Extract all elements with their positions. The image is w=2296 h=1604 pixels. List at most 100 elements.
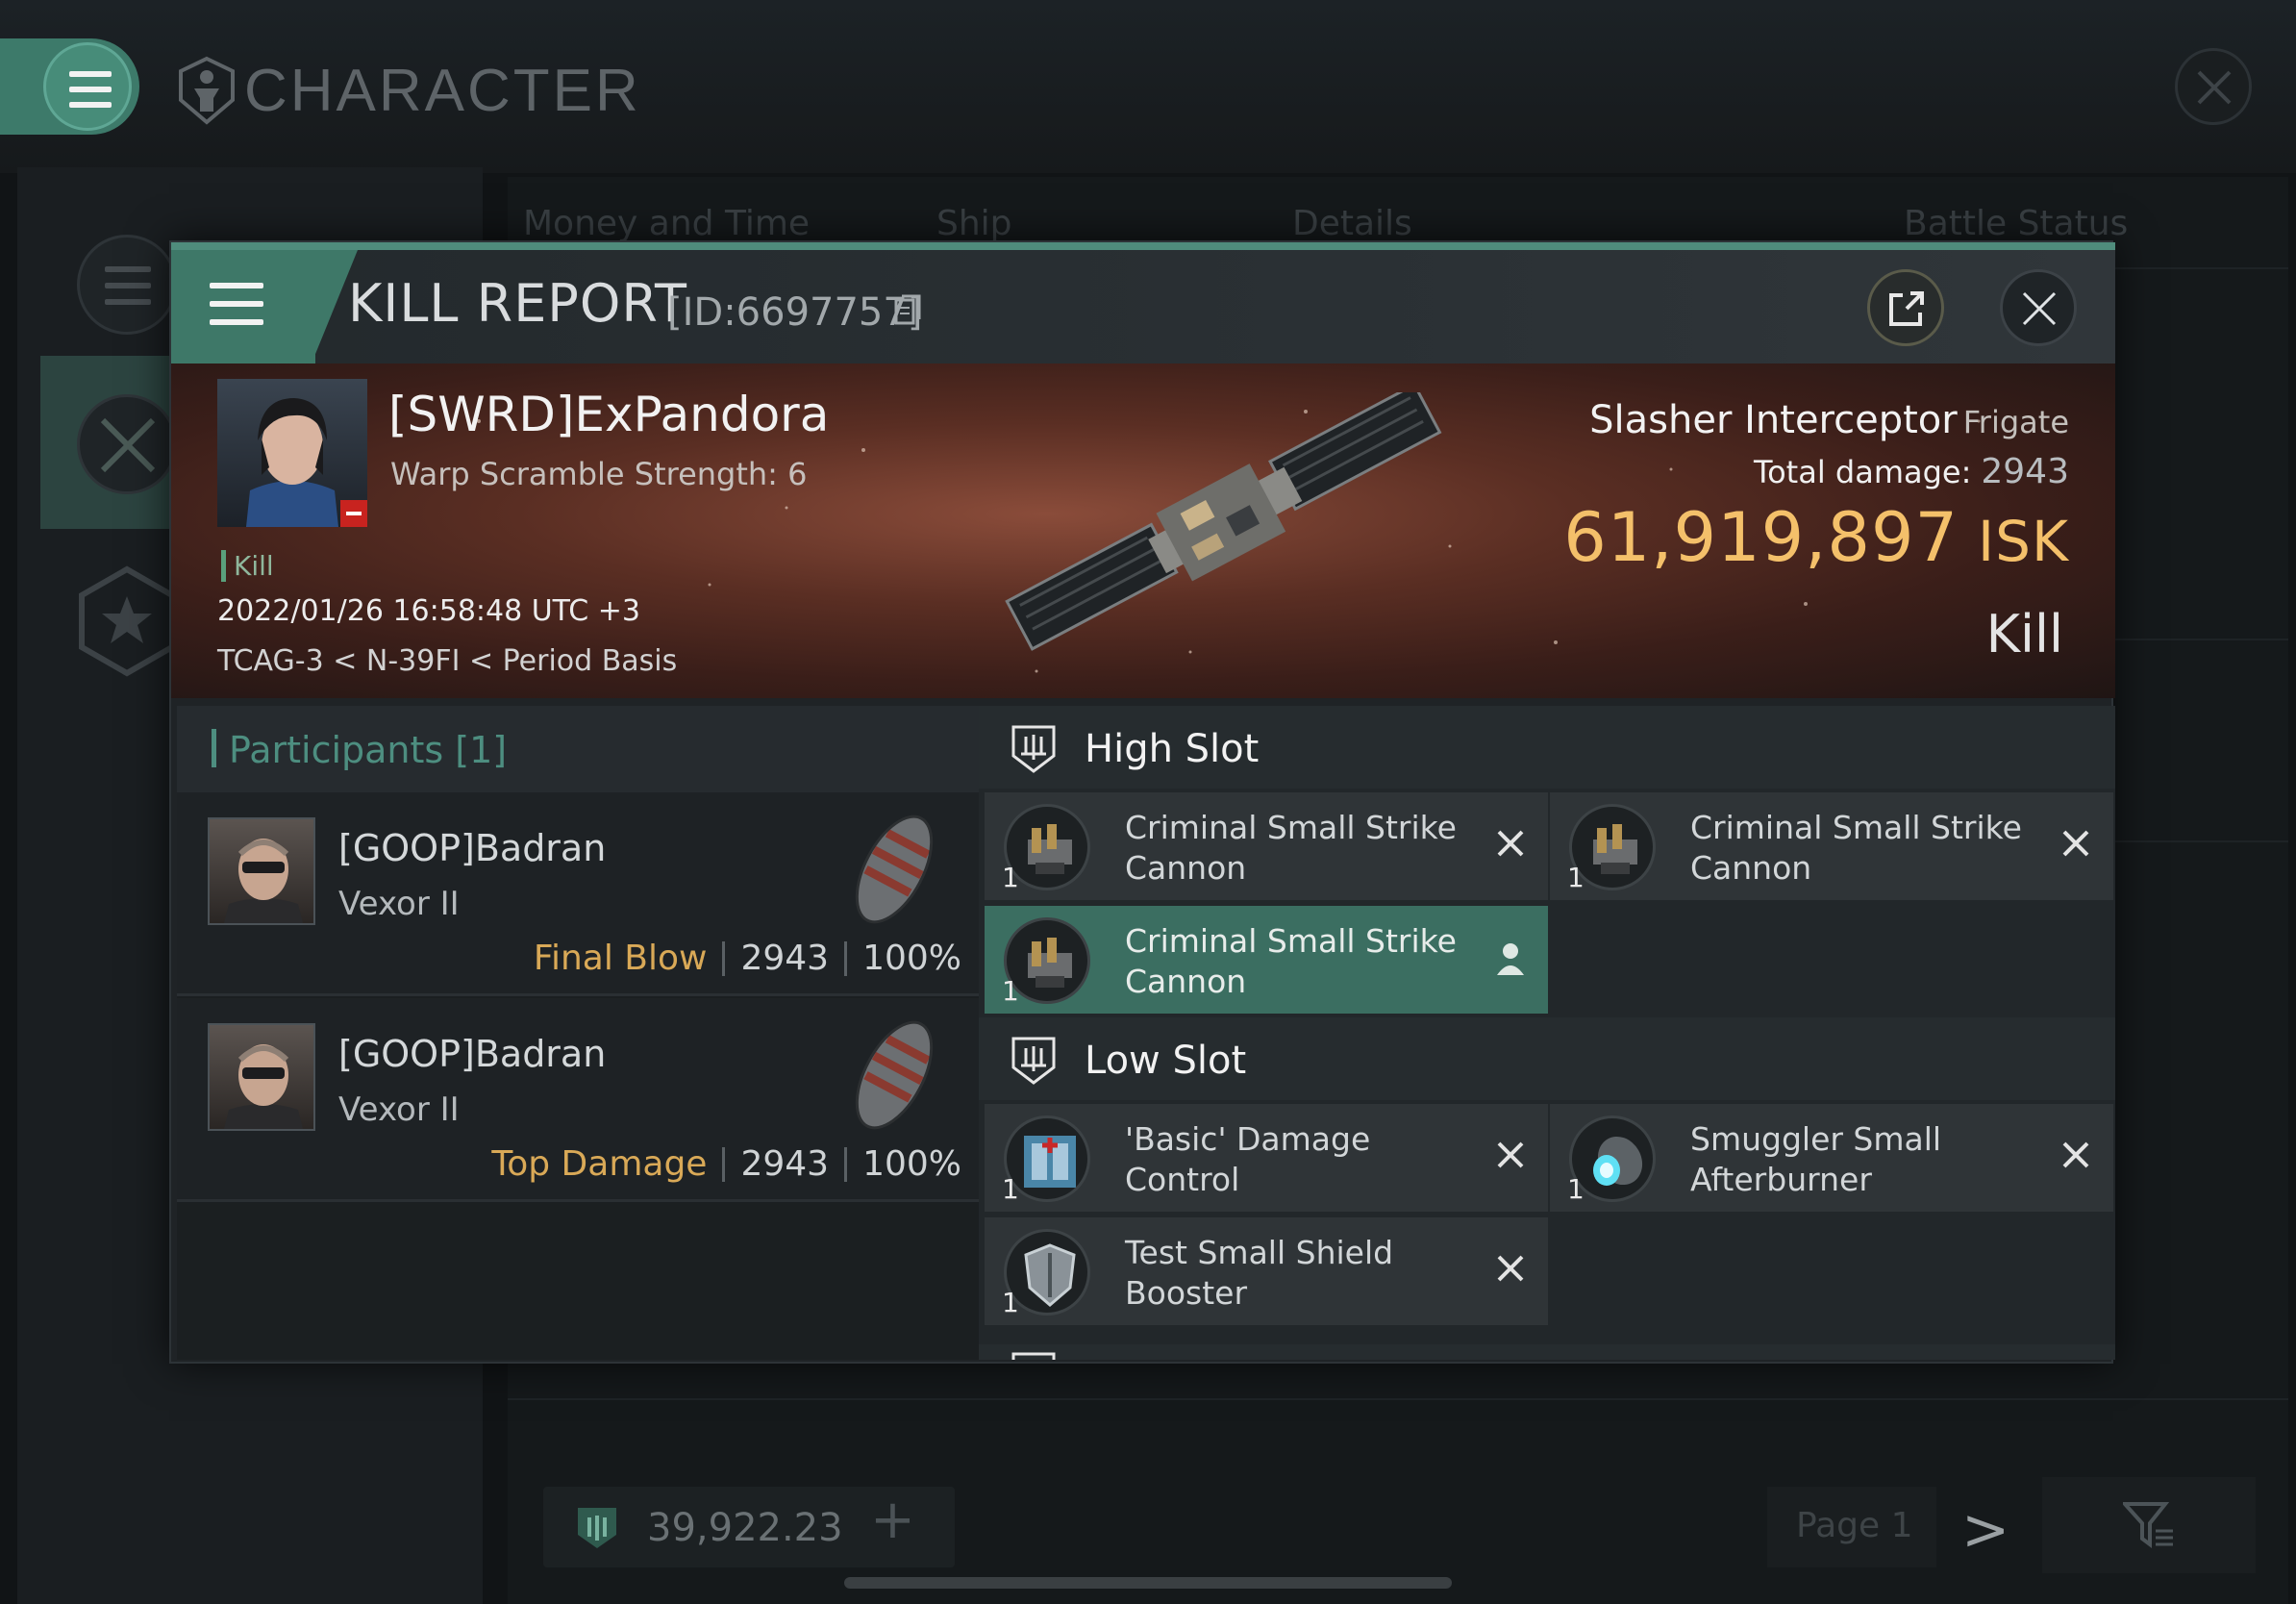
horizontal-scrollbar[interactable] xyxy=(844,1577,1452,1589)
participant-ship-image xyxy=(855,815,934,924)
destroyed-icon xyxy=(1497,1255,1524,1282)
kill-datetime: 2022/01/26 16:58:48 UTC +3 xyxy=(217,594,640,628)
module-quantity: 1 xyxy=(1002,1287,1019,1318)
cannon-icon xyxy=(1028,824,1072,874)
dropped-person-icon xyxy=(1497,943,1524,975)
ship-name[interactable]: Slasher Interceptor xyxy=(1589,398,1958,442)
shield-booster-icon xyxy=(1024,1243,1076,1307)
fitting-panel: High Slot 1 Criminal Small Strike Cannon xyxy=(979,706,2115,1360)
column-header: Ship xyxy=(936,204,1012,243)
cannon-icon xyxy=(1593,824,1637,874)
high-slot-header: High Slot xyxy=(979,706,2115,789)
module-name: Smuggler Small Afterburner xyxy=(1690,1120,1942,1198)
page-title: CHARACTER xyxy=(175,56,641,125)
participant-row[interactable]: [GOOP]Badran Vexor II Final Blow 2943 10… xyxy=(177,792,979,996)
corp-badge xyxy=(340,500,367,527)
menu-circle xyxy=(43,42,132,131)
isk-value-line: 61,919,897 ISK xyxy=(1563,498,2069,577)
filter-icon xyxy=(2123,1502,2173,1548)
participants-header: Participants [1] xyxy=(177,706,979,792)
participant-damage: 2943 xyxy=(740,1144,830,1184)
participant-percent: 100% xyxy=(862,1144,961,1184)
hamburger-icon xyxy=(210,283,263,325)
page-label: Page 1 xyxy=(1796,1506,1913,1545)
list-icon-ring xyxy=(77,235,177,335)
kill-report-title: KILL REPORT xyxy=(348,273,687,334)
add-funds-button[interactable]: + xyxy=(870,1489,915,1551)
star-icon xyxy=(79,565,175,677)
victim-detail: Warp Scramble Strength: 6 xyxy=(390,456,808,492)
high-slot-title: High Slot xyxy=(1085,727,1260,771)
module-name: Criminal Small Strike Cannon xyxy=(1125,809,1457,887)
damage-control-icon xyxy=(1024,1136,1076,1188)
module-quantity: 1 xyxy=(1567,1173,1585,1205)
close-icon xyxy=(2197,70,2232,105)
participant-avatar xyxy=(208,817,315,925)
kill-result: Kill xyxy=(1985,604,2063,664)
victim-name[interactable]: [SWRD]ExPandora xyxy=(388,387,829,442)
divider xyxy=(844,1146,848,1182)
column-header: Details xyxy=(1292,204,1412,243)
share-button[interactable] xyxy=(1867,269,1944,346)
fitted-module[interactable]: 1 Criminal Small Strike Cannon xyxy=(985,792,1548,900)
final-blow-label: Final Blow xyxy=(533,939,708,978)
ship-name-line: Slasher Interceptor Frigate xyxy=(1589,398,2069,442)
kill-tag: Kill xyxy=(221,550,274,582)
high-slot-icon xyxy=(1011,725,1056,773)
filter-button[interactable] xyxy=(2042,1477,2256,1573)
avatar-image xyxy=(224,1044,303,1129)
participant-stats: Top Damage 2943 100% xyxy=(491,1144,961,1184)
header-marker xyxy=(212,729,216,767)
module-name: Criminal Small Strike Cannon xyxy=(1125,922,1457,1000)
kill-report-header: KILL REPORT [ID:6697757] xyxy=(171,250,2115,363)
swords-icon xyxy=(100,417,156,473)
column-header: Battle Status xyxy=(1904,204,2129,243)
destroyed-icon xyxy=(2062,830,2089,857)
kill-report-menu-button[interactable] xyxy=(171,250,315,363)
next-page-chevron-icon[interactable]: > xyxy=(1961,1496,2009,1564)
copy-icon[interactable] xyxy=(894,294,921,325)
main-menu-button[interactable] xyxy=(0,38,139,135)
participant-ship: Vexor II xyxy=(338,1090,460,1129)
isk-value: 61,919,897 xyxy=(1563,498,1959,577)
victim-portrait[interactable] xyxy=(217,379,367,527)
module-name: Criminal Small Strike Cannon xyxy=(1690,809,2022,887)
close-icon xyxy=(2022,291,2057,326)
victim-ship-image[interactable] xyxy=(940,392,1517,662)
participant-damage: 2943 xyxy=(740,939,830,978)
list-icon xyxy=(105,266,151,305)
divider xyxy=(722,1146,726,1182)
window-close-button[interactable] xyxy=(2175,48,2252,125)
low-slot-header: Low Slot xyxy=(979,1017,2115,1100)
avatar-image xyxy=(224,839,303,923)
participants-title: Participants [1] xyxy=(229,729,508,771)
fitted-module[interactable]: 1 'Basic' Damage Control xyxy=(985,1104,1548,1212)
participant-ship-image xyxy=(855,1020,934,1130)
kill-report-window: KILL REPORT [ID:6697757] [SWRD]ExPandora… xyxy=(169,240,2115,1364)
fitted-module[interactable]: 1 Smuggler Small Afterburner xyxy=(1550,1104,2113,1212)
participant-name[interactable]: [GOOP]Badran xyxy=(338,827,606,869)
module-quantity: 1 xyxy=(1567,862,1585,893)
module-name: 'Basic' Damage Control xyxy=(1125,1120,1371,1198)
participant-row[interactable]: [GOOP]Badran Vexor II Top Damage 2943 10… xyxy=(177,998,979,1202)
module-quantity: 1 xyxy=(1002,1173,1019,1205)
fitted-module[interactable]: 1 Test Small Shield Booster xyxy=(985,1217,1548,1325)
low-slot-title: Low Slot xyxy=(1085,1039,1247,1083)
wallet-icon xyxy=(578,1508,616,1548)
swords-icon-ring xyxy=(77,394,177,494)
next-slot-header-partial xyxy=(979,1344,2115,1360)
fitted-module[interactable]: 1 Criminal Small Strike Cannon xyxy=(1550,792,2113,900)
participant-percent: 100% xyxy=(862,939,961,978)
total-damage-label: Total damage: xyxy=(1753,454,1972,490)
participant-name[interactable]: [GOOP]Badran xyxy=(338,1033,606,1075)
row-divider xyxy=(508,1398,2288,1400)
module-quantity: 1 xyxy=(1002,862,1019,893)
page-title-text: CHARACTER xyxy=(244,57,641,124)
isk-unit: ISK xyxy=(1978,509,2069,574)
kill-report-close-button[interactable] xyxy=(2000,269,2077,346)
participants-panel: Participants [1] [GOOP]Badran Vexor II F… xyxy=(177,706,979,1360)
destroyed-icon xyxy=(1497,1141,1524,1168)
fitted-module-highlighted[interactable]: 1 Criminal Small Strike Cannon xyxy=(985,906,1548,1014)
victim-banner: [SWRD]ExPandora Warp Scramble Strength: … xyxy=(171,363,2115,698)
kill-location[interactable]: TCAG-3 < N-39FI < Period Basis xyxy=(217,644,677,678)
